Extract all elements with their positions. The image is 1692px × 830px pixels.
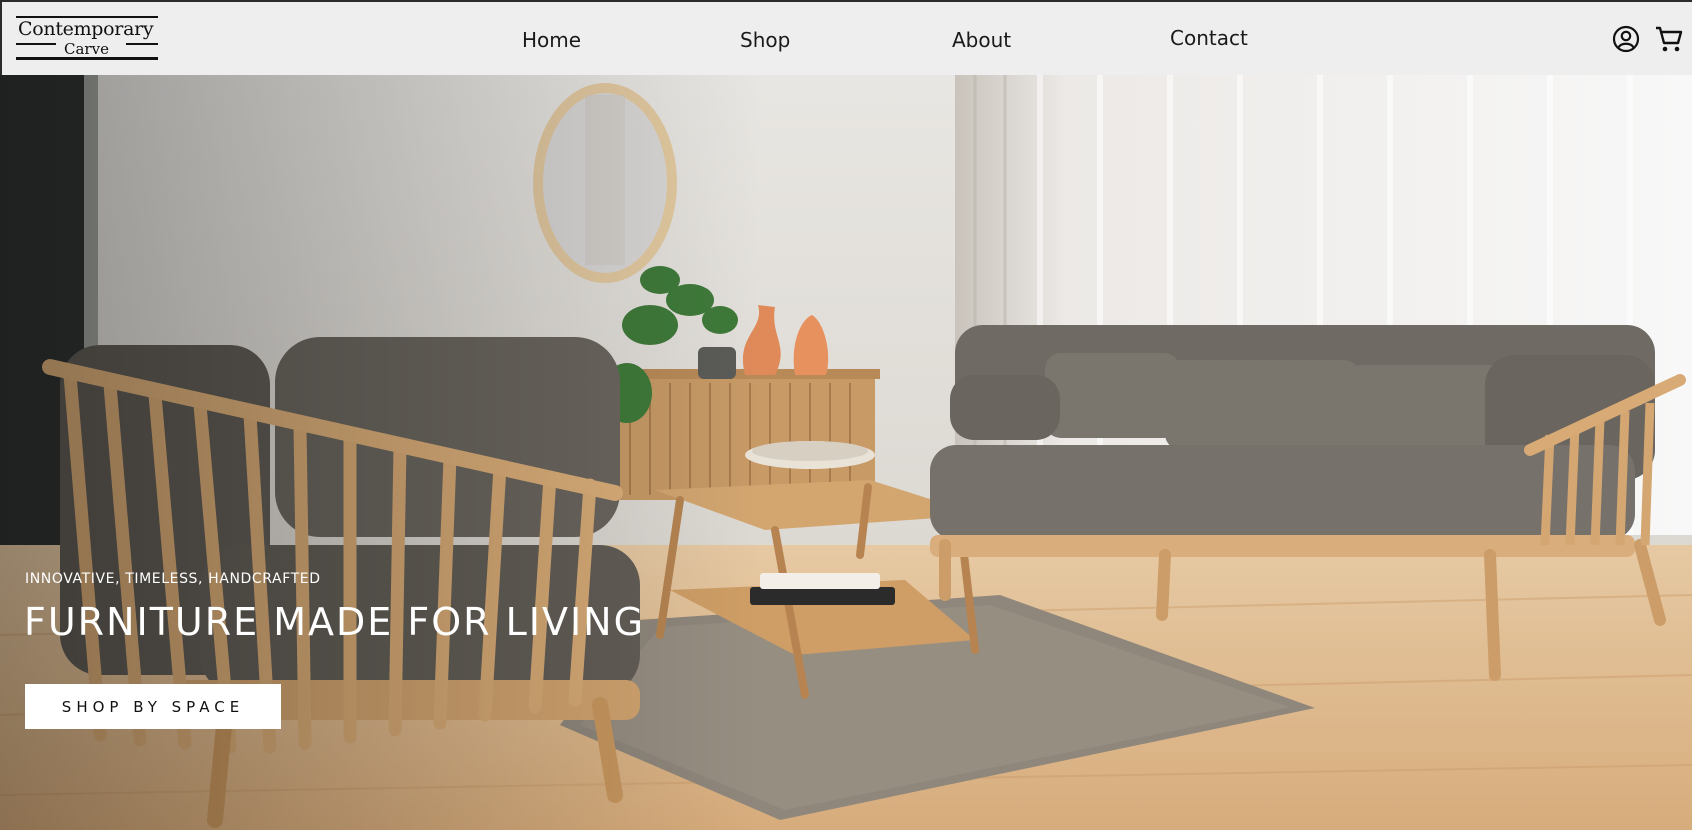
site-header: Contemporary Carve Home Shop About Conta… (0, 0, 1692, 75)
brand-name-line1: Contemporary (18, 18, 154, 40)
shop-by-space-button[interactable]: SHOP BY SPACE (25, 684, 281, 729)
brand-logo[interactable]: Contemporary Carve (16, 14, 160, 62)
brand-name-line2: Carve (64, 40, 109, 58)
logo-rule-mid-right (126, 43, 158, 45)
nav-shop[interactable]: Shop (740, 28, 790, 52)
logo-rule-mid-left (16, 43, 56, 45)
cart-icon[interactable] (1654, 24, 1684, 54)
nav-contact[interactable]: Contact (1170, 26, 1248, 50)
nav-about[interactable]: About (952, 28, 1011, 52)
hero-tagline: INNOVATIVE, TIMELESS, HANDCRAFTED (25, 571, 321, 587)
hero-banner: INNOVATIVE, TIMELESS, HANDCRAFTED FURNIT… (0, 75, 1692, 830)
logo-rule-bottom (16, 57, 158, 60)
account-icon[interactable] (1611, 24, 1641, 54)
hero-headline: FURNITURE MADE FOR LIVING (24, 600, 646, 644)
nav-home[interactable]: Home (522, 28, 581, 52)
